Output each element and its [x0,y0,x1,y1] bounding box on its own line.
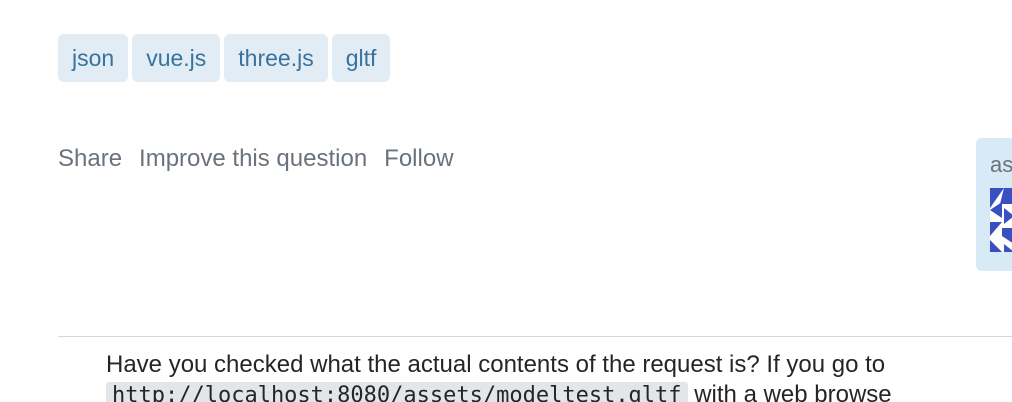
comment-text-tail: with a web browse [687,381,892,402]
comment-text-line1: Have you checked what the actual content… [106,351,886,378]
tag-json[interactable]: json [58,34,129,82]
identicon-icon[interactable] [990,188,1012,252]
tag-list: json vue.js three.js gltf [58,34,391,82]
comment: Have you checked what the actual content… [106,350,1012,402]
tag-threejs[interactable]: three.js [224,34,328,82]
share-link[interactable]: Share [58,144,122,174]
question-page: json vue.js three.js gltf Share Improve … [0,0,1012,402]
comments-divider [58,336,1012,337]
tag-vuejs[interactable]: vue.js [132,34,221,82]
tag-gltf[interactable]: gltf [331,34,391,82]
post-menu: Share Improve this question Follow [58,144,454,174]
comment-code-url: http://localhost:8080/assets/modeltest.g… [106,382,688,402]
user-card: as [976,138,1012,271]
improve-question-link[interactable]: Improve this question [139,144,367,174]
comment-text-line2: http://localhost:8080/assets/modeltest.g… [106,380,1012,402]
asked-label: as [990,152,1012,177]
follow-link[interactable]: Follow [384,144,453,174]
